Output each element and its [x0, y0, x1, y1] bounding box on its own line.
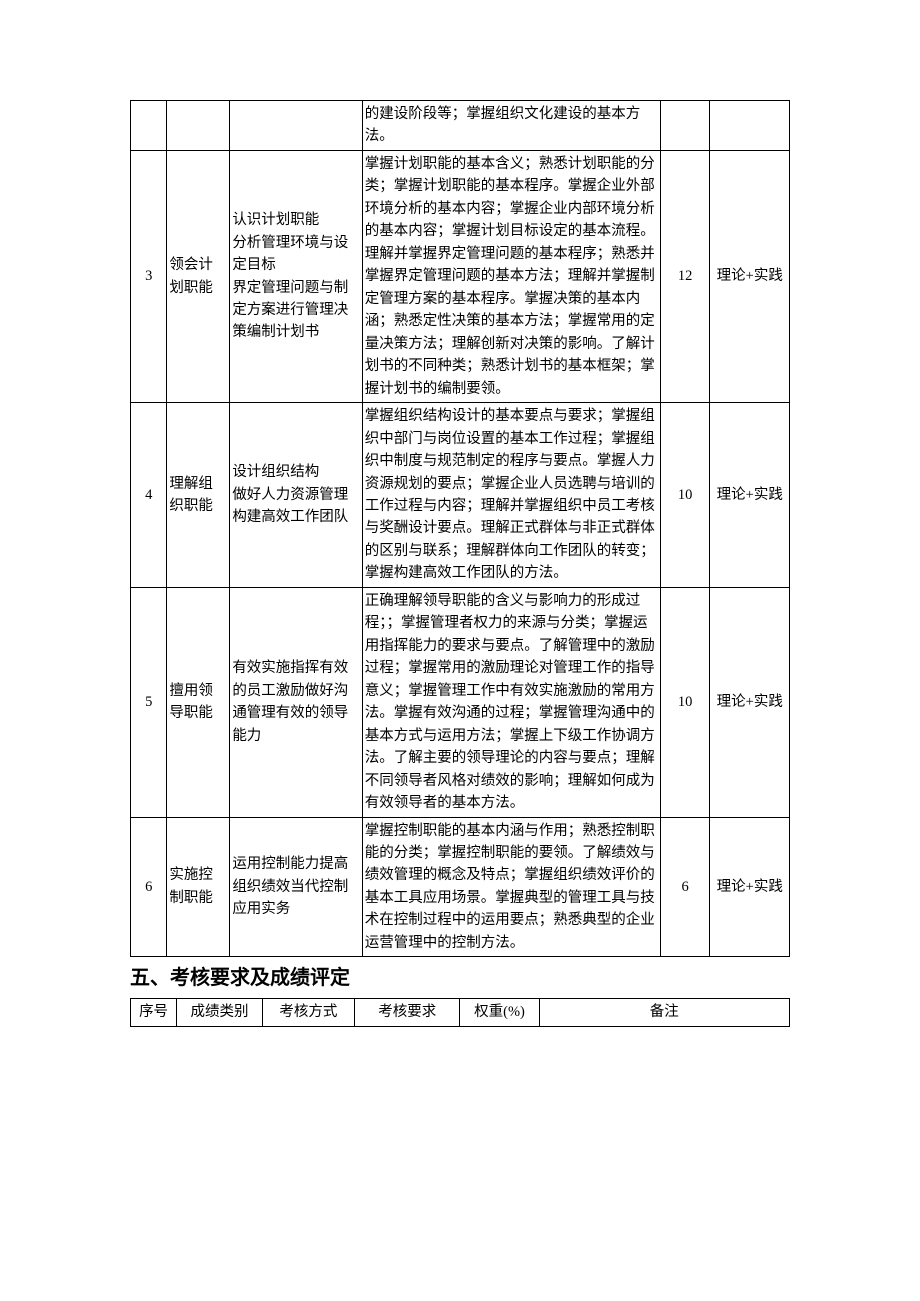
cell-name: [167, 101, 230, 151]
header-remark: 备注: [539, 999, 789, 1026]
cell-name: 擅用领导职能: [167, 587, 230, 817]
cell-req: 掌握组织结构设计的基本要点与要求；掌握组织中部门与岗位设置的基本工作过程；掌握组…: [362, 403, 660, 588]
cell-mode: 理论+实践: [710, 587, 790, 817]
section-heading: 五、考核要求及成绩评定: [130, 963, 790, 994]
cell-num: 5: [131, 587, 167, 817]
cell-name: 理解组织职能: [167, 403, 230, 588]
cell-num: [131, 101, 167, 151]
cell-hours: [660, 101, 710, 151]
cell-mode: 理论+实践: [710, 817, 790, 957]
cell-mode: 理论+实践: [710, 403, 790, 588]
header-seq: 序号: [131, 999, 177, 1026]
table-row: 的建设阶段等；掌握组织文化建设的基本方法。: [131, 101, 790, 151]
table-row: 4 理解组织职能 设计组织结构 做好人力资源管理 构建高效工作团队 掌握组织结构…: [131, 403, 790, 588]
cell-items: 运用控制能力提高组织绩效当代控制应用实务: [230, 817, 362, 957]
cell-req: 掌握控制职能的基本内涵与作用；熟悉控制职能的分类；掌握控制职能的要领。了解绩效与…: [362, 817, 660, 957]
cell-name: 实施控制职能: [167, 817, 230, 957]
cell-num: 6: [131, 817, 167, 957]
cell-items: 设计组织结构 做好人力资源管理 构建高效工作团队: [230, 403, 362, 588]
cell-mode: [710, 101, 790, 151]
cell-req: 正确理解领导职能的含义与影响力的形成过程；；掌握管理者权力的来源与分类；掌握运用…: [362, 587, 660, 817]
table-row: 5 擅用领导职能 有效实施指挥有效的员工激励做好沟通管理有效的领导能力 正确理解…: [131, 587, 790, 817]
header-method: 考核方式: [262, 999, 354, 1026]
cell-hours: 10: [660, 403, 710, 588]
table-row: 6 实施控制职能 运用控制能力提高组织绩效当代控制应用实务 掌握控制职能的基本内…: [131, 817, 790, 957]
cell-req: 的建设阶段等；掌握组织文化建设的基本方法。: [362, 101, 660, 151]
cell-num: 3: [131, 150, 167, 402]
cell-items: 有效实施指挥有效的员工激励做好沟通管理有效的领导能力: [230, 587, 362, 817]
table-header-row: 序号 成绩类别 考核方式 考核要求 权重(%) 备注: [131, 999, 790, 1026]
assessment-table: 序号 成绩类别 考核方式 考核要求 权重(%) 备注: [130, 998, 790, 1026]
cell-items: 认识计划职能 分析管理环境与设定目标 界定管理问题与制定方案进行管理决策编制计划…: [230, 150, 362, 402]
cell-items: [230, 101, 362, 151]
cell-name: 领会计划职能: [167, 150, 230, 402]
cell-num: 4: [131, 403, 167, 588]
cell-hours: 10: [660, 587, 710, 817]
table-row: 3 领会计划职能 认识计划职能 分析管理环境与设定目标 界定管理问题与制定方案进…: [131, 150, 790, 402]
cell-hours: 12: [660, 150, 710, 402]
header-weight: 权重(%): [460, 999, 539, 1026]
course-content-table: 的建设阶段等；掌握组织文化建设的基本方法。 3 领会计划职能 认识计划职能 分析…: [130, 100, 790, 957]
header-type: 成绩类别: [177, 999, 263, 1026]
cell-req: 掌握计划职能的基本含义；熟悉计划职能的分类；掌握计划职能的基本程序。掌握企业外部…: [362, 150, 660, 402]
header-req: 考核要求: [355, 999, 460, 1026]
cell-hours: 6: [660, 817, 710, 957]
cell-mode: 理论+实践: [710, 150, 790, 402]
